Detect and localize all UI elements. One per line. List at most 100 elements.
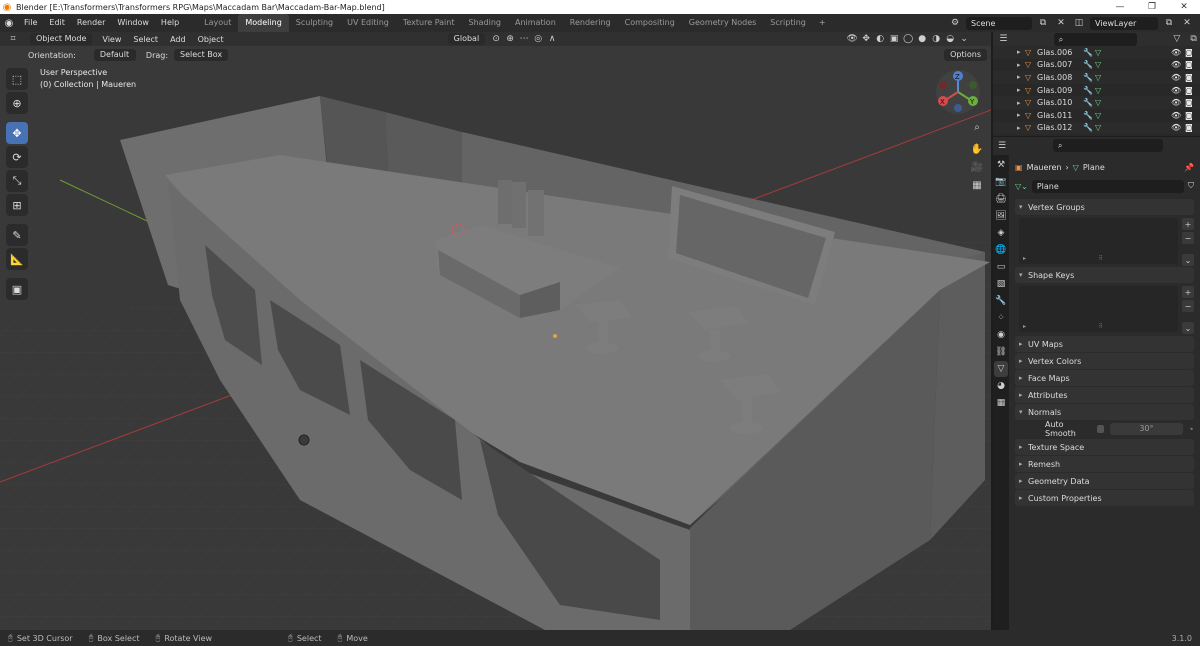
- snap-icon[interactable]: ⊕: [503, 33, 517, 46]
- render-camera-icon[interactable]: ◙: [1185, 60, 1193, 69]
- rotate-tool-icon[interactable]: ⟳: [6, 146, 28, 168]
- proportional-edit-icon[interactable]: ◎: [531, 33, 545, 46]
- rendered-shading-icon[interactable]: ◒: [943, 33, 957, 46]
- transform-orientation-dropdown[interactable]: Global: [447, 33, 486, 45]
- list-item[interactable]: ▸ ▽ Glas.008 🔧 ▽ 👁 ◙: [993, 71, 1200, 84]
- pivot-icon[interactable]: ⊙: [489, 33, 503, 46]
- output-tab-icon[interactable]: 🖨: [994, 191, 1008, 207]
- tab-layout[interactable]: Layout: [197, 14, 238, 32]
- new-scene-icon[interactable]: ⧉: [1036, 17, 1050, 30]
- panel-normals[interactable]: ▾ Normals: [1015, 404, 1194, 420]
- tab-compositing[interactable]: Compositing: [618, 14, 682, 32]
- blender-menu-icon[interactable]: ◉: [0, 18, 18, 29]
- auto-smooth-checkbox[interactable]: [1096, 425, 1104, 433]
- keyframe-dot-icon[interactable]: •: [1189, 425, 1194, 434]
- menu-view[interactable]: View: [96, 35, 127, 44]
- render-camera-icon[interactable]: ◙: [1185, 73, 1193, 82]
- list-item[interactable]: ▸ ▽ Glas.009 🔧 ▽ 👁 ◙: [993, 84, 1200, 97]
- outliner-search-input[interactable]: ⌕: [1053, 32, 1137, 46]
- panel-uv-maps[interactable]: ▸ UV Maps: [1015, 336, 1194, 352]
- list-expand-icon[interactable]: ▸: [1023, 255, 1026, 262]
- eye-icon[interactable]: 👁: [1171, 111, 1181, 120]
- mode-dropdown[interactable]: Object Mode: [30, 33, 93, 45]
- drag-dropdown[interactable]: Select Box: [174, 49, 229, 61]
- fake-user-shield-icon[interactable]: ⛉: [1188, 181, 1194, 191]
- panel-face-maps[interactable]: ▸ Face Maps: [1015, 370, 1194, 386]
- panel-texture-space[interactable]: ▸ Texture Space: [1015, 439, 1194, 455]
- camera-view-icon[interactable]: 🎥: [970, 160, 984, 174]
- scene-tab-icon[interactable]: ◈: [994, 225, 1008, 241]
- vertex-groups-list[interactable]: ▸ ⠿: [1019, 218, 1178, 264]
- world-tab-icon[interactable]: 🌐: [994, 242, 1008, 258]
- vertex-group-specials-button[interactable]: ⌄: [1182, 254, 1194, 266]
- panel-remesh[interactable]: ▸ Remesh: [1015, 456, 1194, 472]
- render-tab-icon[interactable]: 📷: [994, 174, 1008, 190]
- delete-view-layer-icon[interactable]: ✕: [1180, 17, 1194, 30]
- minimize-button[interactable]: —: [1104, 0, 1136, 14]
- material-tab-icon[interactable]: ◕: [994, 378, 1008, 394]
- expand-icon[interactable]: ▸: [1017, 111, 1025, 119]
- texture-tab-icon[interactable]: ▦: [994, 395, 1008, 411]
- xray-icon[interactable]: ▣: [887, 33, 901, 46]
- panel-shape-keys[interactable]: ▾ Shape Keys: [1015, 267, 1194, 283]
- eye-icon[interactable]: 👁: [1171, 48, 1181, 57]
- visibility-icon[interactable]: 👁: [845, 33, 859, 46]
- panel-geometry-data[interactable]: ▸ Geometry Data: [1015, 473, 1194, 489]
- zoom-icon[interactable]: ⌕: [970, 120, 984, 134]
- panel-vertex-colors[interactable]: ▸ Vertex Colors: [1015, 353, 1194, 369]
- render-camera-icon[interactable]: ◙: [1185, 123, 1193, 132]
- perspective-toggle-icon[interactable]: ▦: [970, 178, 984, 192]
- select-box-tool-icon[interactable]: ⬚: [6, 68, 28, 90]
- eye-icon[interactable]: 👁: [1171, 98, 1181, 107]
- measure-tool-icon[interactable]: 📐: [6, 248, 28, 270]
- remove-shape-key-button[interactable]: −: [1182, 300, 1194, 312]
- orientation-dropdown[interactable]: Default: [93, 49, 136, 61]
- properties-search-input[interactable]: ⌕: [1053, 138, 1163, 152]
- falloff-icon[interactable]: ∧: [545, 33, 559, 46]
- filter-icon[interactable]: ▽: [1171, 33, 1184, 46]
- shading-options-icon[interactable]: ⌄: [957, 33, 971, 46]
- list-item[interactable]: ▸ ▽ Glas.006 🔧 ▽ 👁 ◙: [993, 46, 1200, 59]
- expand-icon[interactable]: ▸: [1017, 86, 1025, 94]
- menu-render[interactable]: Render: [71, 14, 111, 32]
- expand-icon[interactable]: ▸: [1017, 61, 1025, 69]
- render-camera-icon[interactable]: ◙: [1185, 86, 1193, 95]
- 3d-viewport[interactable]: Z Y X ⌗ Object Mode View Select Add Obje…: [0, 32, 991, 630]
- modifier-tab-icon[interactable]: 🔧: [994, 293, 1008, 309]
- menu-file[interactable]: File: [18, 14, 43, 32]
- tab-texture-paint[interactable]: Texture Paint: [396, 14, 462, 32]
- snap-target-icon[interactable]: ⋯: [517, 33, 531, 46]
- expand-icon[interactable]: ▸: [1017, 48, 1025, 56]
- new-view-layer-icon[interactable]: ⧉: [1162, 17, 1176, 30]
- editor-type-icon[interactable]: ⌗: [6, 33, 20, 46]
- mesh-data-icon[interactable]: ▽⌄: [1015, 182, 1028, 191]
- material-shading-icon[interactable]: ◑: [929, 33, 943, 46]
- menu-help[interactable]: Help: [155, 14, 185, 32]
- mesh-data-tab-icon[interactable]: ▽: [994, 361, 1008, 377]
- add-vertex-group-button[interactable]: +: [1182, 218, 1194, 230]
- tab-rendering[interactable]: Rendering: [563, 14, 618, 32]
- shape-key-specials-button[interactable]: ⌄: [1182, 322, 1194, 334]
- object-tab-icon[interactable]: ▧: [994, 276, 1008, 292]
- physics-tab-icon[interactable]: ◉: [994, 327, 1008, 343]
- new-collection-icon[interactable]: ⧉: [1187, 33, 1200, 46]
- maximize-button[interactable]: ❐: [1136, 0, 1168, 14]
- pin-icon[interactable]: 📌: [1184, 163, 1194, 172]
- options-dropdown[interactable]: Options: [944, 49, 987, 61]
- gizmo-toggle-icon[interactable]: ✥: [859, 33, 873, 46]
- list-expand-icon[interactable]: ▸: [1023, 323, 1026, 330]
- menu-object[interactable]: Object: [192, 35, 230, 44]
- menu-window[interactable]: Window: [111, 14, 155, 32]
- panel-attributes[interactable]: ▸ Attributes: [1015, 387, 1194, 403]
- eye-icon[interactable]: 👁: [1171, 86, 1181, 95]
- expand-icon[interactable]: ▸: [1017, 73, 1025, 81]
- delete-scene-icon[interactable]: ✕: [1054, 17, 1068, 30]
- view-layer-tab-icon[interactable]: 🖼: [994, 208, 1008, 224]
- tab-scripting[interactable]: Scripting: [763, 14, 813, 32]
- menu-select[interactable]: Select: [127, 35, 164, 44]
- close-button[interactable]: ✕: [1168, 0, 1200, 14]
- tab-shading[interactable]: Shading: [461, 14, 508, 32]
- menu-add[interactable]: Add: [164, 35, 192, 44]
- cursor-tool-icon[interactable]: ⊕: [6, 92, 28, 114]
- list-item[interactable]: ▸ ▽ Glas.010 🔧 ▽ 👁 ◙: [993, 96, 1200, 109]
